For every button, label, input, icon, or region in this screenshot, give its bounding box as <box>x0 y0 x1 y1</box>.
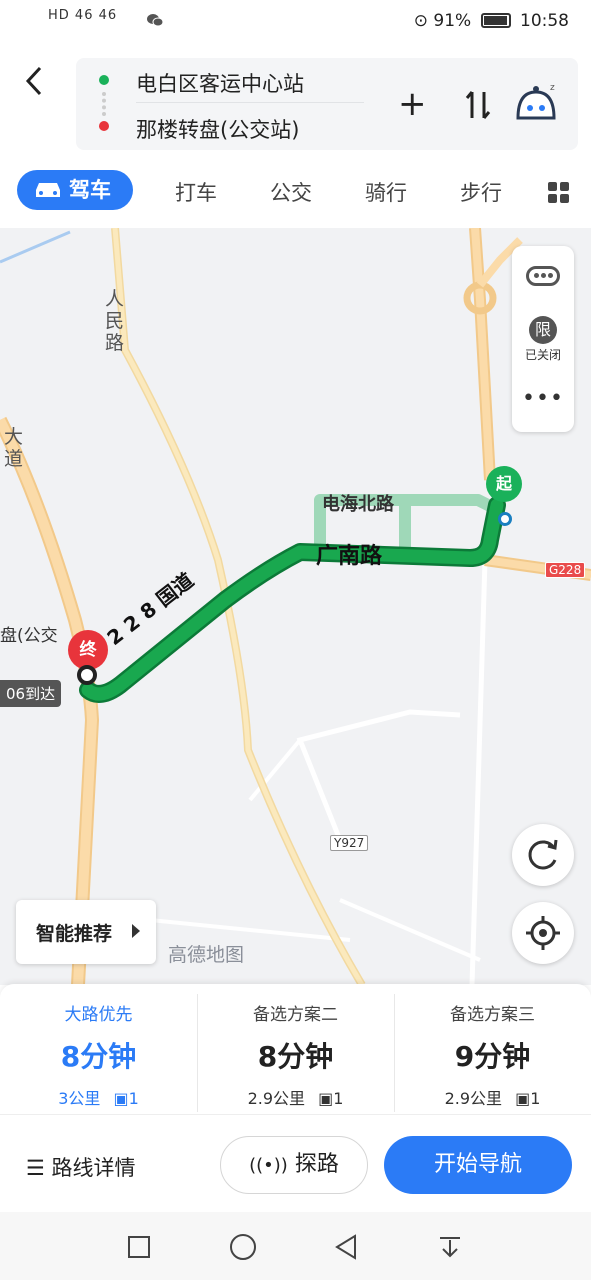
smart-recommend-label: 智能推荐 <box>36 923 113 945</box>
tab-drive[interactable]: 驾车 <box>17 170 133 210</box>
traffic-light-icon: ▣ <box>113 1089 129 1108</box>
route-lights: 1 <box>128 1089 139 1108</box>
route-header: 电白区客运中心站 那楼转盘(公交站) + z <box>0 44 591 160</box>
tab-taxi[interactable]: 打车 <box>175 176 217 210</box>
route-time: 9分钟 <box>454 1040 531 1073</box>
pull-down-icon[interactable] <box>438 1234 462 1264</box>
route-distance: 2.9公里 <box>247 1089 306 1108</box>
route-lights: 1 <box>530 1089 541 1108</box>
route-meta: 2.9公里 ▣1 <box>394 1085 591 1109</box>
tab-drive-label: 驾车 <box>69 178 111 202</box>
home-icon[interactable] <box>230 1234 256 1260</box>
smart-recommend-button[interactable]: 智能推荐 <box>16 900 156 964</box>
map-canvas <box>0 228 591 985</box>
route-name: 备选方案三 <box>450 1005 535 1025</box>
road-label-dadao: 大道 <box>4 426 24 470</box>
start-point-icon <box>498 512 512 526</box>
destination-field[interactable]: 那楼转盘(公交站) <box>136 114 299 144</box>
traffic-light-icon: ▣ <box>318 1089 334 1108</box>
signal-indicators: HD 46 46 <box>48 8 118 23</box>
arrival-time-badge: 06到达 <box>0 680 62 707</box>
route-detail-button[interactable]: ☰ 路线详情 <box>26 1152 136 1182</box>
route-detail-label: 路线详情 <box>51 1156 136 1180</box>
divider <box>136 102 364 103</box>
route-time: 8分钟 <box>60 1040 137 1073</box>
start-navigation-button[interactable]: 开始导航 <box>384 1136 572 1194</box>
tab-walk[interactable]: 步行 <box>460 176 502 210</box>
locate-button[interactable] <box>512 902 574 964</box>
route-option[interactable]: 备选方案二 8分钟 2.9公里 ▣1 <box>197 984 394 1114</box>
map-tools-panel: 限 已关闭 ••• <box>512 246 574 432</box>
locate-icon <box>526 916 560 950</box>
back-icon[interactable] <box>22 64 54 104</box>
route-name: 大路优先 <box>64 1005 133 1025</box>
road-shield-g228: G228 <box>545 562 586 578</box>
add-waypoint-icon[interactable]: + <box>398 84 427 124</box>
restriction-icon[interactable]: 限 <box>529 316 557 344</box>
signal-icon: ((•)) <box>249 1155 288 1176</box>
travel-mode-tabs: 驾车 打车 公交 骑行 步行 <box>0 160 591 228</box>
route-meta: 2.9公里 ▣1 <box>197 1085 394 1109</box>
route-options-panel: 大路优先 8分钟 3公里 ▣1 备选方案二 8分钟 2.9公里 ▣1 备选方案三… <box>0 984 591 1212</box>
location-icon: ⊙ <box>413 11 428 31</box>
more-icon[interactable]: ••• <box>512 386 574 411</box>
status-right: ⊙ 91% 10:58 <box>414 11 569 31</box>
route-distance: 2.9公里 <box>444 1089 503 1108</box>
more-modes-icon[interactable] <box>548 182 570 204</box>
refresh-button[interactable] <box>512 824 574 886</box>
road-label-dianhai: 电海北路 <box>322 494 394 515</box>
route-option[interactable]: 大路优先 8分钟 3公里 ▣1 <box>0 984 197 1114</box>
end-point-icon <box>77 665 97 685</box>
start-marker[interactable]: 起 <box>486 466 522 502</box>
origin-dot-icon <box>99 75 109 85</box>
road-label-renmin: 人民路 <box>105 288 125 354</box>
destination-dot-icon <box>99 121 109 131</box>
traffic-light-icon: ▣ <box>515 1089 531 1108</box>
map-view[interactable]: 人民路 大道 电海北路 广南路 2 2 8 国道 G228 Y927 起 终 盘… <box>0 228 591 985</box>
play-arrow-icon <box>132 924 140 938</box>
probe-label: 探路 <box>294 1152 339 1177</box>
divider <box>0 1114 591 1115</box>
wechat-icon <box>146 12 164 28</box>
clock: 10:58 <box>520 11 569 31</box>
recent-apps-icon[interactable] <box>128 1236 150 1258</box>
destination-map-label: 盘(公交 <box>0 626 58 646</box>
origin-field[interactable]: 电白区客运中心站 <box>136 68 304 98</box>
swap-icon[interactable] <box>464 88 492 122</box>
route-name: 备选方案二 <box>253 1005 338 1025</box>
route-distance: 3公里 <box>58 1089 101 1108</box>
connector-dots <box>102 92 106 116</box>
battery-percent: 91% <box>433 11 472 31</box>
list-icon: ☰ <box>26 1156 45 1180</box>
route-lights: 1 <box>333 1089 344 1108</box>
route-input-box: 电白区客运中心站 那楼转盘(公交站) + z <box>76 58 578 150</box>
battery-icon <box>480 13 511 28</box>
svg-text:z: z <box>550 83 555 93</box>
probe-route-button[interactable]: ((•)) 探路 <box>220 1136 368 1194</box>
route-option[interactable]: 备选方案三 9分钟 2.9公里 ▣1 <box>394 984 591 1114</box>
tab-cycling[interactable]: 骑行 <box>365 176 407 210</box>
route-meta: 3公里 ▣1 <box>0 1085 197 1109</box>
back-nav-icon[interactable] <box>334 1234 358 1264</box>
route-time: 8分钟 <box>257 1040 334 1073</box>
tab-transit[interactable]: 公交 <box>270 176 312 210</box>
traffic-icon[interactable] <box>526 266 560 286</box>
status-bar: HD 46 46 ⊙ 91% 10:58 <box>0 0 591 44</box>
car-icon <box>36 183 60 197</box>
refresh-icon <box>528 839 558 870</box>
map-watermark: 高德地图 <box>168 944 245 966</box>
road-shield-y927: Y927 <box>330 835 369 851</box>
system-navigation-bar <box>0 1212 591 1280</box>
end-marker[interactable]: 终 <box>68 630 108 670</box>
assistant-icon[interactable]: z <box>514 80 558 124</box>
road-label-guangnan: 广南路 <box>316 544 383 569</box>
restriction-status: 已关闭 <box>524 348 561 362</box>
